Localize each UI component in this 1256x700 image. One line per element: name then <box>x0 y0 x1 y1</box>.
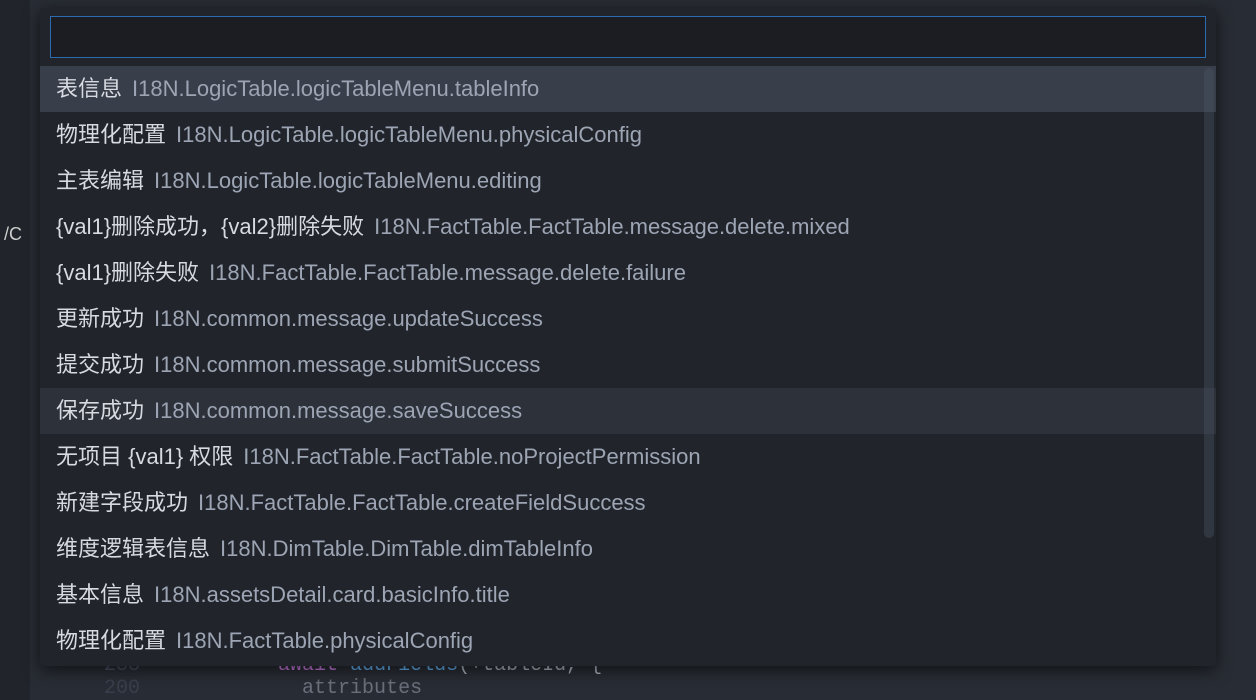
result-item[interactable]: 表信息 I18N.LogicTable.logicTableMenu.tableI… <box>40 66 1216 112</box>
results-list[interactable]: 表信息 I18N.LogicTable.logicTableMenu.tableI… <box>40 66 1216 666</box>
result-key: I18N.FactTable.FactTable.noProjectPermis… <box>243 444 700 469</box>
line-number: 200 <box>100 677 170 700</box>
result-key: I18N.FactTable.FactTable.message.delete.… <box>209 260 686 285</box>
quick-picker: 表信息 I18N.LogicTable.logicTableMenu.tableI… <box>40 8 1216 666</box>
result-label: {val1}删除成功，{val2}删除失败 <box>56 214 364 239</box>
result-key: I18N.FactTable.FactTable.createFieldSucc… <box>198 490 646 515</box>
activity-bar <box>0 0 30 700</box>
search-input-wrapper <box>40 8 1216 66</box>
result-label: 表信息 <box>56 76 122 101</box>
result-item[interactable]: 基本信息 I18N.assetsDetail.card.basicInfo.tit… <box>40 572 1216 618</box>
result-label: 主表编辑 <box>56 168 144 193</box>
result-label: 基本信息 <box>56 582 144 607</box>
result-item[interactable]: 保存成功 I18N.common.message.saveSuccess <box>40 388 1216 434</box>
result-item[interactable]: 维度逻辑表信息 I18N.DimTable.DimTable.dimTableIn… <box>40 526 1216 572</box>
scrollbar-track[interactable] <box>1202 68 1216 656</box>
result-item[interactable]: 物理化配置 I18N.LogicTable.logicTableMenu.phys… <box>40 112 1216 158</box>
result-key: I18N.FactTable.physicalConfig <box>176 628 473 653</box>
result-item[interactable]: 无项目 {val1} 权限 I18N.FactTable.FactTable.no… <box>40 434 1216 480</box>
result-label: 更新成功 <box>56 306 144 331</box>
result-label: 维度逻辑表信息 <box>56 536 210 561</box>
result-item[interactable]: 提交成功 I18N.common.message.submitSuccess <box>40 342 1216 388</box>
result-item[interactable]: 更新成功 I18N.common.message.updateSuccess <box>40 296 1216 342</box>
result-key: I18N.LogicTable.logicTableMenu.physicalC… <box>176 122 642 147</box>
result-label: 物理化配置 <box>56 628 166 653</box>
result-key: I18N.assetsDetail.card.basicInfo.title <box>154 582 510 607</box>
result-key: I18N.common.message.saveSuccess <box>154 398 522 423</box>
result-label: {val1}删除失败 <box>56 260 199 285</box>
result-label: 新建字段成功 <box>56 490 188 515</box>
result-key: I18N.LogicTable.logicTableMenu.editing <box>154 168 542 193</box>
result-item[interactable]: {val1}删除成功，{val2}删除失败 I18N.FactTable.Fact… <box>40 204 1216 250</box>
result-key: I18N.LogicTable.logicTableMenu.tableInfo <box>132 76 539 101</box>
result-key: I18N.DimTable.DimTable.dimTableInfo <box>220 536 593 561</box>
result-label: 无项目 {val1} 权限 <box>56 444 233 469</box>
result-item[interactable]: 主表编辑 I18N.LogicTable.logicTableMenu.editi… <box>40 158 1216 204</box>
result-item[interactable]: 新建字段成功 I18N.FactTable.FactTable.createFie… <box>40 480 1216 526</box>
result-label: 提交成功 <box>56 352 144 377</box>
tab-fragment: /C <box>0 220 26 249</box>
result-item[interactable]: {val1}删除失败 I18N.FactTable.FactTable.messa… <box>40 250 1216 296</box>
result-key: I18N.common.message.updateSuccess <box>154 306 543 331</box>
result-label: 保存成功 <box>56 398 144 423</box>
result-key: I18N.common.message.submitSuccess <box>154 352 540 377</box>
scrollbar-thumb[interactable] <box>1204 68 1214 538</box>
search-input[interactable] <box>50 16 1206 58</box>
result-item[interactable]: 物理化配置 I18N.FactTable.physicalConfig <box>40 618 1216 664</box>
result-key: I18N.FactTable.FactTable.message.delete.… <box>374 214 850 239</box>
result-label: 物理化配置 <box>56 122 166 147</box>
